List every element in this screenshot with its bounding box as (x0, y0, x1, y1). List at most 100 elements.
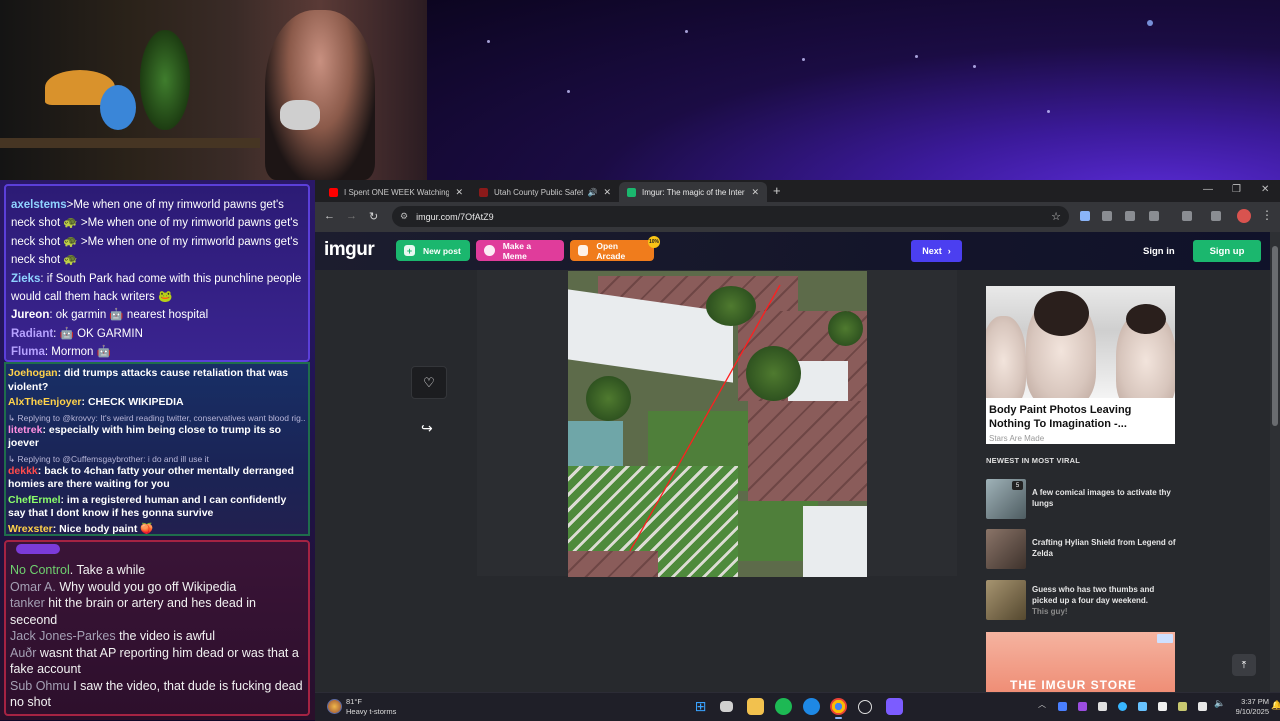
chat-username[interactable]: ChefErmel (8, 494, 61, 506)
chat-message: tanker hit the brain or artery and hes d… (10, 595, 304, 628)
extension-icon[interactable] (1102, 211, 1112, 221)
cam-plant (140, 30, 190, 130)
weather-icon[interactable] (327, 699, 342, 714)
menu-dots-icon[interactable]: ⋮ (1261, 208, 1273, 222)
network-icon[interactable] (1198, 702, 1207, 711)
tab-title: Imgur: The magic of the Intern (642, 187, 746, 197)
viral-item[interactable]: Crafting Hylian Shield from Legend of Ze… (986, 529, 1181, 569)
open-arcade-button[interactable]: Open Arcade (570, 240, 654, 261)
close-window-icon[interactable]: ✕ (1261, 184, 1269, 195)
chat-column: axelstems>Me when one of my rimworld paw… (0, 180, 315, 720)
imgur-logo[interactable]: imgur (324, 239, 375, 261)
close-icon[interactable]: ✕ (751, 187, 759, 198)
tray-icon[interactable] (1138, 702, 1147, 711)
sign-up-button[interactable]: Sign up (1193, 240, 1261, 262)
viral-item[interactable]: Guess who has two thumbs and picked up a… (986, 580, 1181, 620)
chat-username[interactable]: tanker (10, 596, 45, 610)
heart-icon: ♡ (423, 374, 435, 390)
open-arcade-label: Open Arcade (596, 240, 626, 261)
file-explorer-icon[interactable] (747, 698, 764, 715)
chat-username[interactable]: Zieks (11, 273, 40, 285)
obs-icon[interactable] (858, 700, 872, 714)
chat-panel-top: axelstems>Me when one of my rimworld paw… (4, 184, 310, 362)
close-icon[interactable]: ✕ (603, 187, 611, 198)
spotify-icon[interactable] (775, 698, 792, 715)
store-ad-text: THE IMGUR STORE (1010, 678, 1137, 692)
task-view-icon[interactable] (720, 701, 733, 712)
sign-in-link[interactable]: Sign in (1143, 246, 1175, 257)
star (567, 90, 570, 93)
tab-youtube[interactable]: I Spent ONE WEEK Watching (H ✕ (321, 182, 471, 202)
back-to-top-button[interactable]: ⤒ (1232, 654, 1256, 676)
post-image-aerial[interactable] (568, 271, 867, 577)
minimize-icon[interactable]: — (1203, 184, 1213, 195)
chat-username[interactable]: Joehogan (8, 367, 58, 379)
viral-item[interactable]: 5 A few comical images to activate thy l… (986, 479, 1181, 519)
bookmark-star-icon[interactable]: ☆ (1051, 210, 1061, 223)
chat-text: : if South Park had come with this punch… (40, 272, 302, 285)
tab-imgur[interactable]: Imgur: The magic of the Intern ✕ (619, 182, 767, 202)
tray-icon[interactable] (1078, 702, 1087, 711)
weather-temp[interactable]: 81°F (346, 697, 362, 706)
next-post-button[interactable]: Next › (911, 240, 962, 262)
tab-utah-county[interactable]: Utah County Public Safety | 🔊 ✕ (471, 182, 619, 202)
chat-username[interactable]: Jureon (11, 309, 49, 321)
chat-username[interactable]: Auðr (10, 646, 36, 660)
chat-username[interactable]: Radiant (11, 328, 53, 340)
chat-username[interactable]: No Control (10, 563, 70, 577)
chat-message: axelstems>Me when one of my rimworld paw… (11, 196, 304, 214)
back-arrow-icon[interactable]: ← (324, 210, 335, 222)
ad-title[interactable]: Body Paint Photos Leaving Nothing To Ima… (989, 403, 1172, 431)
forward-arrow-icon[interactable]: → (346, 210, 357, 222)
chrome-icon[interactable] (830, 698, 847, 719)
close-icon[interactable]: ✕ (455, 187, 463, 198)
chat-username[interactable]: Jack Jones-Parkes (10, 629, 116, 643)
system-clock[interactable]: 3:37 PM 9/10/2025 (1225, 697, 1269, 717)
extension-icon[interactable] (1125, 211, 1135, 221)
chat-username[interactable]: dekkk (8, 465, 38, 477)
volume-icon[interactable]: 🔈 (1214, 698, 1225, 708)
edge-icon[interactable] (803, 698, 820, 715)
tray-icon[interactable] (1058, 702, 1067, 711)
profile-avatar[interactable] (1237, 209, 1251, 223)
weather-desc[interactable]: Heavy t-storms (346, 707, 396, 716)
extension-icon[interactable] (1080, 211, 1090, 221)
sponsored-ad-card[interactable]: Body Paint Photos Leaving Nothing To Ima… (986, 286, 1175, 444)
chat-text: wasnt that AP reporting him dead or was … (10, 645, 299, 677)
scrollbar-thumb[interactable] (1272, 246, 1278, 426)
imgur-header: imgur + New post Make a Meme Open Arcade… (315, 232, 1270, 270)
adchoices-icon[interactable] (1157, 634, 1173, 643)
share-arrow-icon[interactable]: ↪ (421, 420, 433, 437)
address-bar[interactable]: ⚙ imgur.com/7OfAtZ9 ☆ (392, 206, 1069, 227)
tray-icon[interactable] (1158, 702, 1167, 711)
make-meme-button[interactable]: Make a Meme (476, 240, 564, 261)
speaker-icon[interactable]: 🔊 (587, 188, 597, 197)
notification-bell-icon[interactable]: 🔔 (1271, 700, 1280, 711)
maximize-icon[interactable]: ❐ (1232, 184, 1241, 195)
puzzle-icon[interactable] (1149, 211, 1159, 221)
steam-icon[interactable] (1098, 702, 1107, 711)
tray-icon[interactable] (1118, 702, 1127, 711)
start-windows-icon[interactable]: ⊞ (692, 698, 709, 715)
sidepanel-icon[interactable] (1182, 211, 1192, 221)
chat-username[interactable]: Wrexster (8, 523, 53, 535)
app-icon[interactable] (886, 698, 903, 715)
chat-username[interactable]: Omar A. (10, 580, 56, 594)
media-icon[interactable] (1211, 211, 1221, 221)
chat-username[interactable]: AlxTheEnjoyer (8, 396, 82, 408)
tray-icon[interactable] (1178, 702, 1187, 711)
new-tab-button[interactable]: + (773, 183, 781, 198)
chat-username[interactable]: Sub Ohmu (10, 679, 70, 693)
chat-text: : Mormon 🤖 (44, 346, 111, 359)
chat-message: Radiant: 🤖 OK GARMIN (11, 325, 304, 343)
new-post-button[interactable]: + New post (396, 240, 470, 261)
page-scrollbar[interactable] (1270, 232, 1280, 692)
imgur-store-ad[interactable]: THE IMGUR STORE (986, 632, 1175, 692)
chevron-up-icon[interactable]: ︿ (1038, 699, 1047, 709)
chat-username[interactable]: Fluma (11, 346, 45, 358)
favorite-button[interactable]: ♡ (411, 366, 447, 399)
site-info-icon[interactable]: ⚙ (400, 211, 408, 222)
chat-username[interactable]: litetrek (8, 424, 42, 436)
reload-icon[interactable]: ↻ (369, 210, 378, 223)
chat-username[interactable]: axelstems (11, 199, 67, 211)
